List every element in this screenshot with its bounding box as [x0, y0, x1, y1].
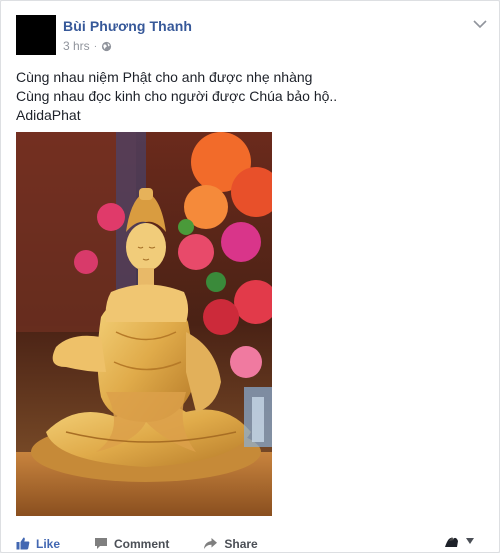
post-card: Bùi Phương Thanh 3 hrs · Cùng nhau niệm …	[0, 0, 500, 553]
post-line: Cùng nhau đọc kinh cho người được Chúa b…	[16, 88, 338, 104]
globe-icon[interactable]	[101, 41, 112, 52]
thumbs-up-icon	[16, 537, 30, 550]
chevron-down-icon	[466, 538, 474, 544]
comment-icon	[95, 538, 108, 549]
post-photo[interactable]	[16, 132, 272, 516]
buddha-statue-photo	[16, 132, 272, 516]
like-button[interactable]: Like	[16, 537, 60, 551]
page-avatar-icon	[443, 533, 459, 549]
post-line: Cùng nhau niệm Phật cho anh được nhẹ nhà…	[16, 69, 313, 85]
chevron-down-icon[interactable]	[473, 19, 487, 29]
meta-separator: ·	[93, 40, 98, 52]
comment-button[interactable]: Comment	[94, 537, 169, 551]
post-text: Cùng nhau niệm Phật cho anh được nhẹ nhà…	[16, 68, 486, 125]
post-as-selector[interactable]	[443, 533, 474, 549]
share-label: Share	[224, 536, 258, 551]
avatar[interactable]	[16, 15, 56, 55]
timestamp[interactable]: 3 hrs	[63, 39, 90, 53]
author-name[interactable]: Bùi Phương Thanh	[63, 18, 192, 34]
post-meta: 3 hrs ·	[63, 39, 112, 53]
share-button[interactable]: Share	[203, 536, 258, 551]
like-label: Like	[36, 536, 61, 551]
post-line: AdidaPhat	[16, 107, 81, 123]
share-icon	[204, 538, 218, 549]
comment-label: Comment	[114, 536, 170, 551]
action-bar: Like Comment Share	[16, 533, 486, 553]
